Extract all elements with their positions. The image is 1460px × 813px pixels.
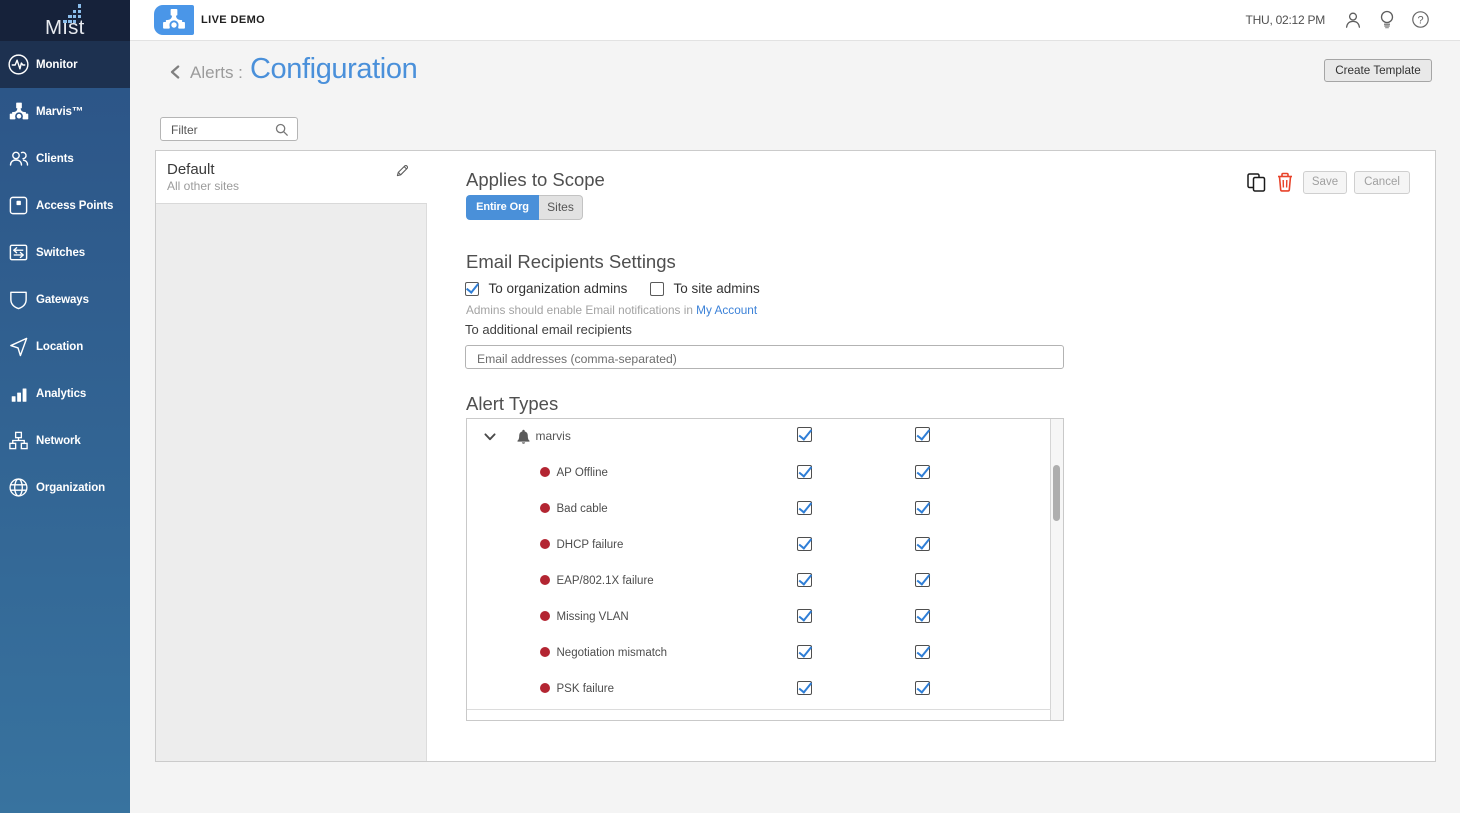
svg-text:?: ? (1417, 14, 1423, 26)
